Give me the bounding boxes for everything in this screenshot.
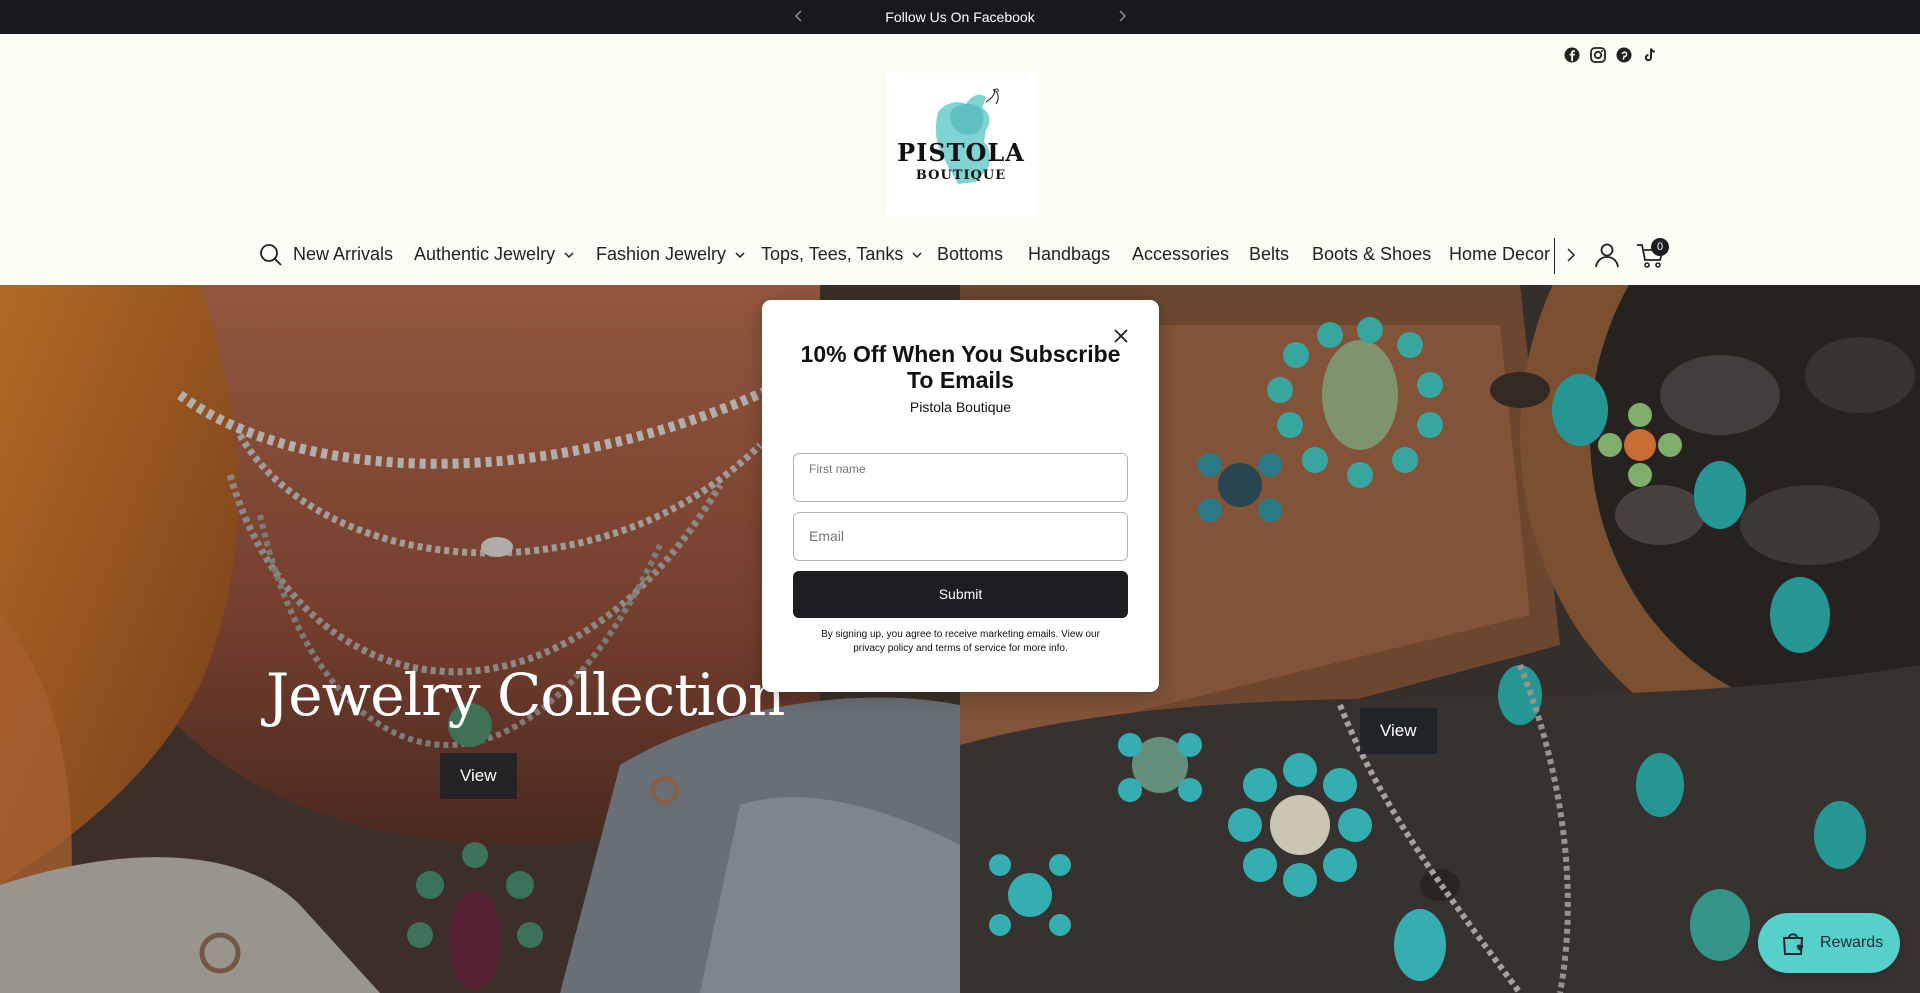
tiktok-icon[interactable] bbox=[1641, 46, 1659, 64]
nav-item-fashion-jewelry[interactable]: Fashion Jewelry bbox=[596, 244, 746, 265]
nav-item-label: New Arrivals bbox=[293, 244, 394, 264]
view-jewelry-button[interactable]: View bbox=[440, 753, 517, 799]
pinterest-icon[interactable] bbox=[1615, 46, 1633, 64]
popup-brand: Pistola Boutique bbox=[909, 399, 1012, 415]
popup-title: 10% Off When You Subscribe To Emails bbox=[800, 341, 1121, 393]
email-field[interactable]: Email bbox=[793, 512, 1128, 561]
nav-item-label: Fashion Jewelry bbox=[596, 244, 727, 264]
search-icon[interactable] bbox=[258, 242, 284, 268]
hero-title: Jewelry Collection bbox=[266, 661, 785, 729]
nav-item-label: Accessories bbox=[1132, 244, 1230, 264]
facebook-icon[interactable] bbox=[1563, 46, 1581, 64]
email-signup-popup: 10% Off When You Subscribe To Emails Pis… bbox=[762, 300, 1159, 692]
nav-item-handbags[interactable]: Handbags bbox=[1028, 244, 1110, 265]
nav-item-boots-shoes[interactable]: Boots & Shoes bbox=[1312, 244, 1431, 265]
instagram-icon[interactable] bbox=[1589, 46, 1607, 64]
first-name-field[interactable]: First name bbox=[793, 453, 1128, 502]
rewards-label: Rewards bbox=[1820, 934, 1884, 951]
nav-item-bottoms[interactable]: Bottoms bbox=[937, 244, 1003, 265]
cart-count-badge: 0 bbox=[1651, 238, 1669, 256]
nav-item-label: Authentic Jewelry bbox=[414, 244, 556, 264]
nav-item-new-arrivals[interactable]: New Arrivals bbox=[293, 244, 393, 265]
nav-item-authentic-jewelry[interactable]: Authentic Jewelry bbox=[414, 244, 575, 265]
social-links bbox=[1563, 46, 1659, 64]
chevron-down-icon bbox=[911, 251, 923, 259]
chevron-down-icon bbox=[563, 251, 575, 259]
nav-item-tops-tees-tanks[interactable]: Tops, Tees, Tanks bbox=[761, 244, 923, 265]
view-turquoise-button[interactable]: View bbox=[1360, 708, 1437, 754]
nav-item-accessories[interactable]: Accessories bbox=[1132, 244, 1229, 265]
nav-item-label: Home Decor bbox=[1449, 244, 1551, 264]
main-navigation: New Arrivals Authentic Jewelry Fashion J… bbox=[0, 238, 1920, 274]
rewards-button[interactable]: Rewards bbox=[1758, 913, 1900, 973]
submit-button[interactable]: Submit bbox=[793, 571, 1128, 618]
announcement-text[interactable]: Follow Us On Facebook bbox=[0, 9, 1920, 25]
nav-item-label: Bottoms bbox=[937, 244, 1004, 264]
shopping-bag-heart-icon bbox=[1779, 929, 1809, 957]
nav-item-belts[interactable]: Belts bbox=[1249, 244, 1289, 265]
nav-item-label: Boots & Shoes bbox=[1312, 244, 1432, 264]
account-icon[interactable] bbox=[1593, 241, 1621, 269]
legal-disclaimer: By signing up, you agree to receive mark… bbox=[821, 629, 1100, 654]
logo-text-secondary: BOUTIQUE bbox=[915, 168, 1007, 183]
site-logo[interactable]: PISTOLA BOUTIQUE bbox=[886, 72, 1036, 217]
logo-text-primary: PISTOLA bbox=[897, 138, 1025, 167]
nav-item-label: Tops, Tees, Tanks bbox=[761, 244, 904, 264]
email-placeholder: Email bbox=[809, 528, 845, 544]
first-name-label: First name bbox=[809, 462, 866, 476]
chevron-right-icon[interactable] bbox=[1561, 244, 1581, 266]
chevron-down-icon bbox=[734, 251, 746, 259]
nav-item-label: Handbags bbox=[1028, 244, 1111, 264]
nav-item-label: Belts bbox=[1249, 244, 1290, 264]
site-header: PISTOLA BOUTIQUE New Arrivals Authentic … bbox=[0, 34, 1920, 285]
nav-overflow-divider bbox=[1554, 238, 1555, 274]
nav-item-home-decor[interactable]: Home Decor bbox=[1449, 244, 1550, 265]
announcement-bar: Follow Us On Facebook bbox=[0, 0, 1920, 34]
chevron-right-icon[interactable] bbox=[1112, 6, 1132, 26]
